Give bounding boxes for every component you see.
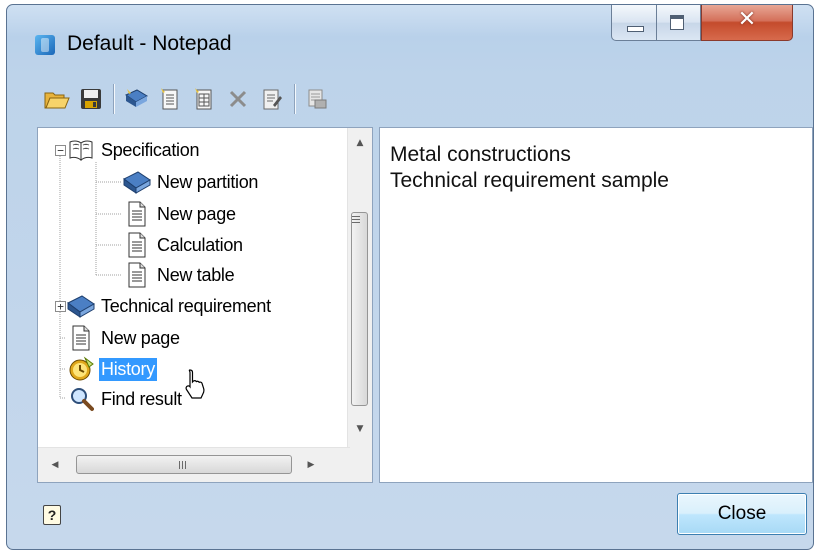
tree-item-new-page-2[interactable]: New page — [66, 323, 182, 353]
delete-icon[interactable] — [222, 83, 254, 115]
scroll-grip-icon — [179, 461, 189, 469]
scroll-down-arrow-icon[interactable]: ▼ — [348, 418, 372, 440]
app-icon[interactable] — [35, 35, 55, 55]
scroll-grip-icon — [352, 216, 360, 226]
tree-item-label: Calculation — [157, 234, 243, 255]
tree-item-new-page[interactable]: New page — [122, 199, 238, 229]
toolbar-separator — [113, 84, 114, 114]
scrollbar-corner — [348, 448, 372, 482]
tree-item-history[interactable]: History — [66, 354, 157, 384]
page-icon — [66, 323, 96, 353]
tree-item-specification[interactable]: Specification — [66, 135, 201, 165]
scroll-up-arrow-icon[interactable]: ▲ — [348, 132, 372, 154]
magnifier-icon — [66, 384, 96, 414]
tree-item-label: New partition — [157, 171, 259, 192]
expand-toggle[interactable]: + — [55, 301, 66, 312]
close-icon: ✕ — [737, 7, 757, 32]
scroll-left-arrow-icon[interactable]: ◀ — [44, 448, 66, 482]
open-folder-icon[interactable] — [41, 83, 73, 115]
page-icon — [122, 230, 152, 260]
window-title: Default - Notepad — [67, 32, 232, 55]
content-line: Technical requirement sample — [390, 169, 669, 192]
tree-item-new-partition[interactable]: New partition — [122, 167, 260, 197]
tree-item-technical-requirement[interactable]: Technical requirement — [66, 291, 273, 321]
hand-cursor-icon — [185, 369, 205, 399]
window-controls: ✕ — [611, 5, 793, 43]
scroll-right-arrow-icon[interactable]: ▶ — [300, 448, 322, 482]
tree-item-label: New page — [101, 327, 180, 348]
minimize-button[interactable] — [611, 5, 657, 41]
maximize-icon — [670, 15, 684, 30]
tree-item-calculation[interactable]: Calculation — [122, 230, 245, 260]
save-icon[interactable] — [75, 83, 107, 115]
open-book-icon — [66, 135, 96, 165]
tree-item-label: Specification — [101, 139, 200, 160]
tree-item-label: Find result — [101, 388, 182, 409]
new-table-icon[interactable] — [188, 83, 220, 115]
horizontal-scrollbar[interactable]: ◀ ▶ — [38, 447, 350, 482]
tree-item-label: New table — [157, 264, 235, 285]
history-icon — [66, 354, 96, 384]
toolbar — [41, 79, 335, 119]
page-icon — [122, 199, 152, 229]
toolbar-separator — [294, 84, 295, 114]
close-button[interactable]: Close — [677, 493, 807, 535]
new-partition-icon[interactable] — [120, 83, 152, 115]
page-icon — [122, 260, 152, 290]
print-preview-icon[interactable] — [301, 83, 333, 115]
vertical-scroll-thumb[interactable] — [351, 212, 368, 406]
help-button[interactable]: ? — [43, 505, 61, 525]
maximize-button[interactable] — [657, 5, 701, 41]
new-page-icon[interactable] — [154, 83, 186, 115]
notepad-window: Default - Notepad ✕ − + Specification Ne… — [6, 4, 814, 550]
edit-icon[interactable] — [256, 83, 288, 115]
book-icon — [122, 167, 152, 197]
vertical-scrollbar[interactable]: ▲ ▼ — [347, 128, 372, 448]
horizontal-scroll-thumb[interactable] — [76, 455, 292, 474]
tree-item-find-result[interactable]: Find result — [66, 384, 184, 414]
tree-item-label: New page — [157, 203, 236, 224]
tree-item-label: Technical requirement — [101, 295, 271, 316]
tree-view[interactable]: − + Specification New partition New page — [37, 127, 373, 483]
text-content-pane[interactable]: Metal constructions Technical requiremen… — [379, 127, 813, 483]
minimize-icon — [627, 26, 644, 32]
collapse-toggle[interactable]: − — [55, 145, 66, 156]
tree-item-new-table[interactable]: New table — [122, 260, 236, 290]
book-icon — [66, 291, 96, 321]
close-window-button[interactable]: ✕ — [701, 5, 793, 41]
content-line: Metal constructions — [390, 143, 571, 166]
tree-item-label: History — [99, 357, 157, 381]
title-bar[interactable]: Default - Notepad ✕ — [7, 5, 813, 77]
